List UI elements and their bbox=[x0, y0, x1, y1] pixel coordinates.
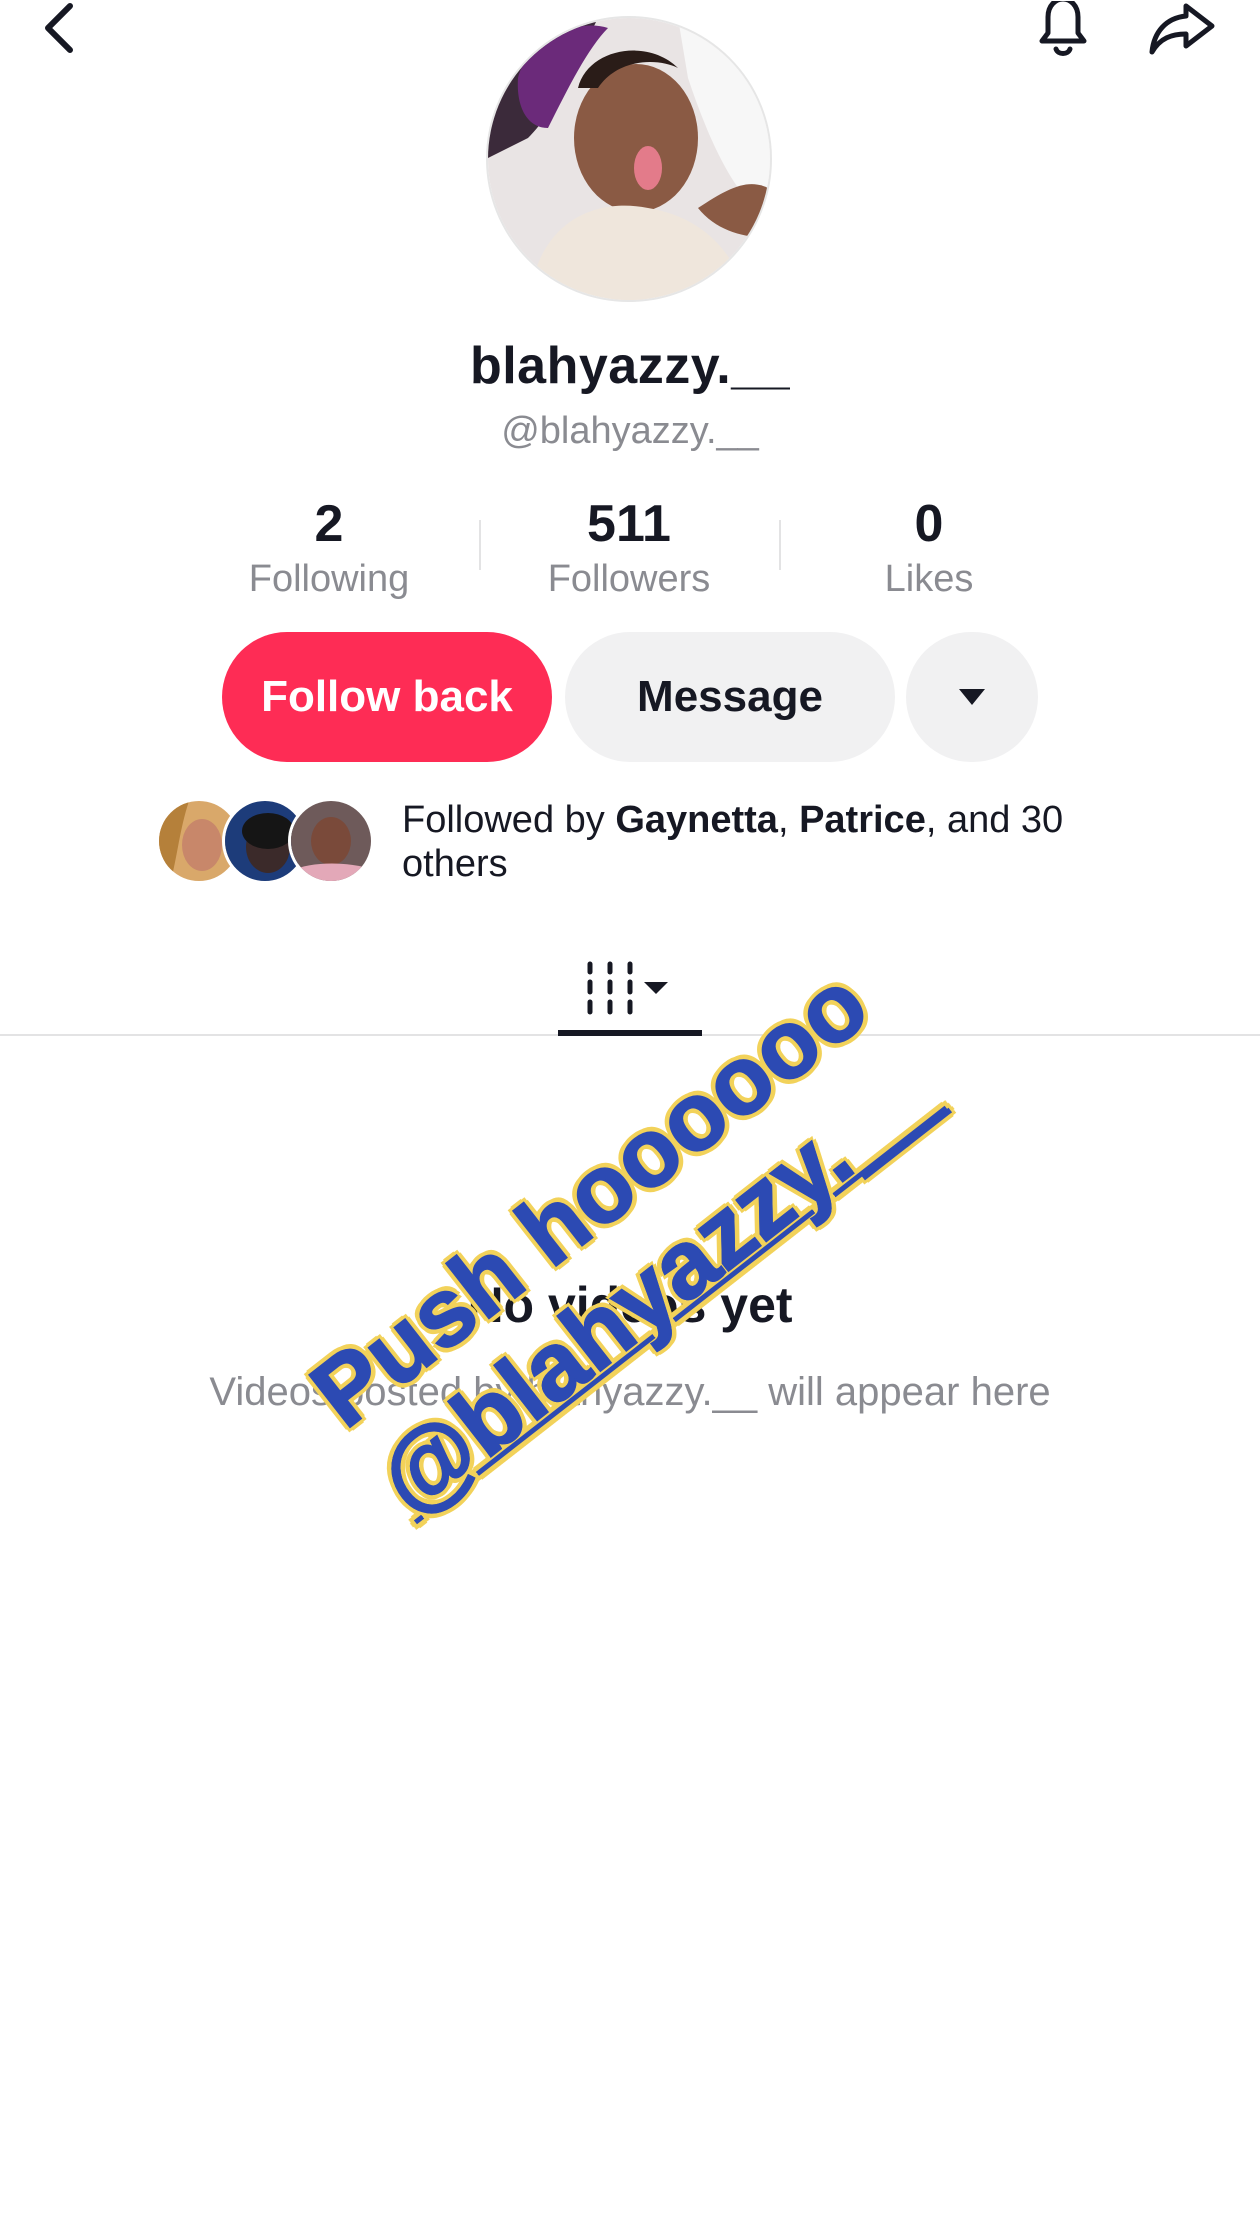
profile-avatar[interactable] bbox=[486, 16, 772, 302]
followed-by-prefix: Followed by bbox=[402, 799, 616, 841]
tab-videos[interactable] bbox=[558, 940, 702, 1036]
more-options-button[interactable] bbox=[906, 632, 1038, 762]
avatar-image bbox=[291, 801, 371, 881]
stat-following[interactable]: 2 Following bbox=[179, 494, 479, 602]
chevron-left-icon bbox=[45, 3, 73, 53]
mutual-follower-name: Patrice bbox=[799, 799, 926, 841]
display-name: blahyazzy.__ bbox=[469, 337, 791, 395]
share-button[interactable] bbox=[1144, 0, 1220, 60]
videos-grid-icon bbox=[587, 961, 668, 1015]
message-button[interactable]: Message bbox=[565, 632, 895, 762]
avatar-image bbox=[488, 18, 770, 300]
active-tab-indicator bbox=[558, 1030, 702, 1036]
stat-likes[interactable]: 0 Likes bbox=[779, 494, 1079, 602]
follower-avatar bbox=[288, 798, 374, 884]
back-button[interactable] bbox=[30, 0, 90, 60]
share-arrow-icon bbox=[1149, 3, 1215, 55]
profile-screen: { "topbar": { "back_icon": "chevron-left… bbox=[0, 0, 1260, 2240]
stat-value: 2 bbox=[314, 495, 344, 553]
stat-label: Followers bbox=[547, 558, 711, 600]
username-handle: @blahyazzy.__ bbox=[501, 410, 759, 452]
stat-value: 0 bbox=[914, 495, 944, 553]
caret-down-icon bbox=[959, 689, 985, 705]
followed-by-text[interactable]: Followed by Gaynetta, Patrice, and 30 ot… bbox=[402, 798, 1122, 886]
overlay-sticker-text: Push hoooooo @blahyazzy.__ bbox=[288, 946, 972, 1554]
bell-icon bbox=[1039, 1, 1087, 56]
mutual-follower-name: Gaynetta bbox=[615, 799, 778, 841]
stat-label: Following bbox=[248, 558, 410, 600]
follow-back-button[interactable]: Follow back bbox=[222, 632, 552, 762]
stat-value: 511 bbox=[587, 495, 671, 553]
stat-label: Likes bbox=[884, 558, 974, 600]
separator: , bbox=[777, 799, 800, 841]
notification-button[interactable] bbox=[1030, 0, 1096, 60]
stat-followers[interactable]: 511 Followers bbox=[479, 494, 779, 602]
